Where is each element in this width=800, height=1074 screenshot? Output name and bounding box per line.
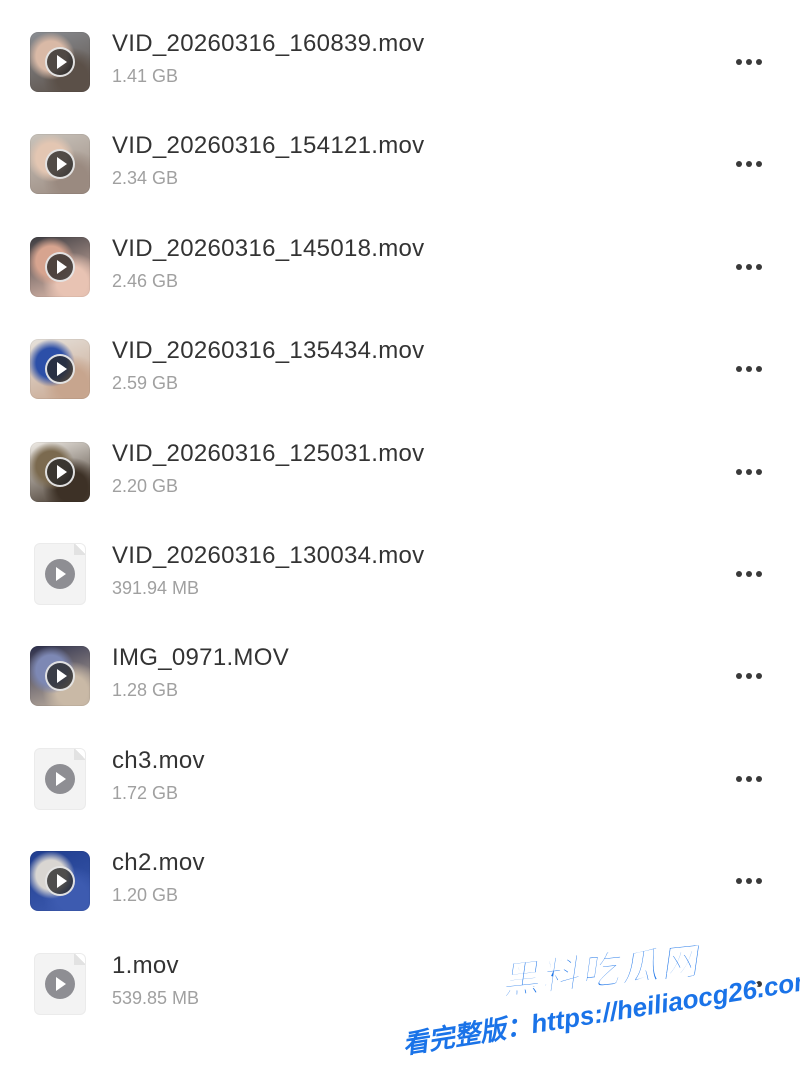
- file-size: 1.20 GB: [112, 885, 179, 905]
- file-size: 1.28 GB: [112, 680, 179, 700]
- more-dot: [746, 264, 752, 270]
- more-dot: [736, 776, 742, 782]
- video-file-icon: [34, 748, 86, 810]
- more-dot: [736, 469, 742, 475]
- more-dot: [736, 59, 742, 65]
- more-dot: [736, 366, 742, 372]
- more-dot: [756, 981, 762, 987]
- file-row[interactable]: ch3.mov 1.72 GB: [0, 747, 800, 851]
- file-row[interactable]: VID_20260316_145018.mov 2.46 GB: [0, 235, 800, 339]
- more-horizontal-icon[interactable]: [726, 464, 770, 480]
- more-dot: [736, 264, 742, 270]
- more-horizontal-icon[interactable]: [726, 668, 770, 684]
- more-dot: [756, 366, 762, 372]
- file-size: 2.34 GB: [112, 168, 179, 188]
- more-dot: [736, 673, 742, 679]
- more-horizontal-icon[interactable]: [726, 361, 770, 377]
- file-row[interactable]: VID_20260316_135434.mov 2.59 GB: [0, 337, 800, 441]
- file-row[interactable]: VID_20260316_130034.mov 391.94 MB: [0, 542, 800, 646]
- more-dot: [756, 776, 762, 782]
- more-horizontal-icon[interactable]: [726, 873, 770, 889]
- file-row[interactable]: VID_20260316_154121.mov 2.34 GB: [0, 132, 800, 236]
- video-file-icon: [34, 953, 86, 1015]
- file-name: 1.mov: [112, 952, 179, 979]
- video-thumbnail: [30, 32, 90, 92]
- file-size: 2.46 GB: [112, 271, 179, 291]
- video-thumbnail: [30, 134, 90, 194]
- play-icon: [45, 47, 75, 77]
- more-dot: [756, 264, 762, 270]
- more-dot: [736, 571, 742, 577]
- file-size: 2.20 GB: [112, 476, 179, 496]
- more-dot: [756, 571, 762, 577]
- more-dot: [746, 59, 752, 65]
- more-horizontal-icon[interactable]: [726, 771, 770, 787]
- more-horizontal-icon[interactable]: [726, 156, 770, 172]
- file-name: VID_20260316_160839.mov: [112, 30, 425, 57]
- file-row[interactable]: VID_20260316_125031.mov 2.20 GB: [0, 440, 800, 544]
- more-dot: [746, 981, 752, 987]
- video-thumbnail: [30, 646, 90, 706]
- more-dot: [756, 161, 762, 167]
- more-horizontal-icon[interactable]: [726, 259, 770, 275]
- more-dot: [746, 366, 752, 372]
- file-name: ch2.mov: [112, 849, 205, 876]
- more-dot: [746, 469, 752, 475]
- more-horizontal-icon[interactable]: [726, 976, 770, 992]
- more-dot: [746, 776, 752, 782]
- play-icon: [45, 969, 75, 999]
- file-size: 391.94 MB: [112, 578, 200, 598]
- file-size: 1.41 GB: [112, 66, 179, 86]
- file-row[interactable]: ch2.mov 1.20 GB: [0, 849, 800, 953]
- more-dot: [746, 878, 752, 884]
- file-name: VID_20260316_130034.mov: [112, 542, 425, 569]
- file-size: 2.59 GB: [112, 373, 179, 393]
- more-dot: [736, 981, 742, 987]
- video-file-icon: [34, 543, 86, 605]
- file-row[interactable]: IMG_0971.MOV 1.28 GB: [0, 644, 800, 748]
- file-name: VID_20260316_154121.mov: [112, 132, 425, 159]
- play-icon: [45, 764, 75, 794]
- play-icon: [45, 354, 75, 384]
- video-thumbnail: [30, 442, 90, 502]
- play-icon: [45, 866, 75, 896]
- file-size: 1.72 GB: [112, 783, 179, 803]
- more-dot: [746, 673, 752, 679]
- file-row[interactable]: 1.mov 539.85 MB: [0, 952, 800, 1056]
- more-horizontal-icon[interactable]: [726, 566, 770, 582]
- more-dot: [746, 161, 752, 167]
- file-size: 539.85 MB: [112, 988, 200, 1008]
- play-icon: [45, 149, 75, 179]
- more-dot: [736, 161, 742, 167]
- more-dot: [756, 469, 762, 475]
- play-icon: [45, 559, 75, 589]
- video-thumbnail: [30, 237, 90, 297]
- more-dot: [756, 878, 762, 884]
- play-icon: [45, 661, 75, 691]
- more-dot: [736, 878, 742, 884]
- play-icon: [45, 457, 75, 487]
- more-horizontal-icon[interactable]: [726, 54, 770, 70]
- file-name: VID_20260316_125031.mov: [112, 440, 425, 467]
- play-icon: [45, 252, 75, 282]
- file-name: ch3.mov: [112, 747, 205, 774]
- file-row[interactable]: VID_20260316_160839.mov 1.41 GB: [0, 30, 800, 134]
- video-thumbnail: [30, 339, 90, 399]
- file-name: VID_20260316_145018.mov: [112, 235, 425, 262]
- more-dot: [746, 571, 752, 577]
- file-name: IMG_0971.MOV: [112, 644, 290, 671]
- more-dot: [756, 673, 762, 679]
- file-name: VID_20260316_135434.mov: [112, 337, 425, 364]
- more-dot: [756, 59, 762, 65]
- video-thumbnail: [30, 851, 90, 911]
